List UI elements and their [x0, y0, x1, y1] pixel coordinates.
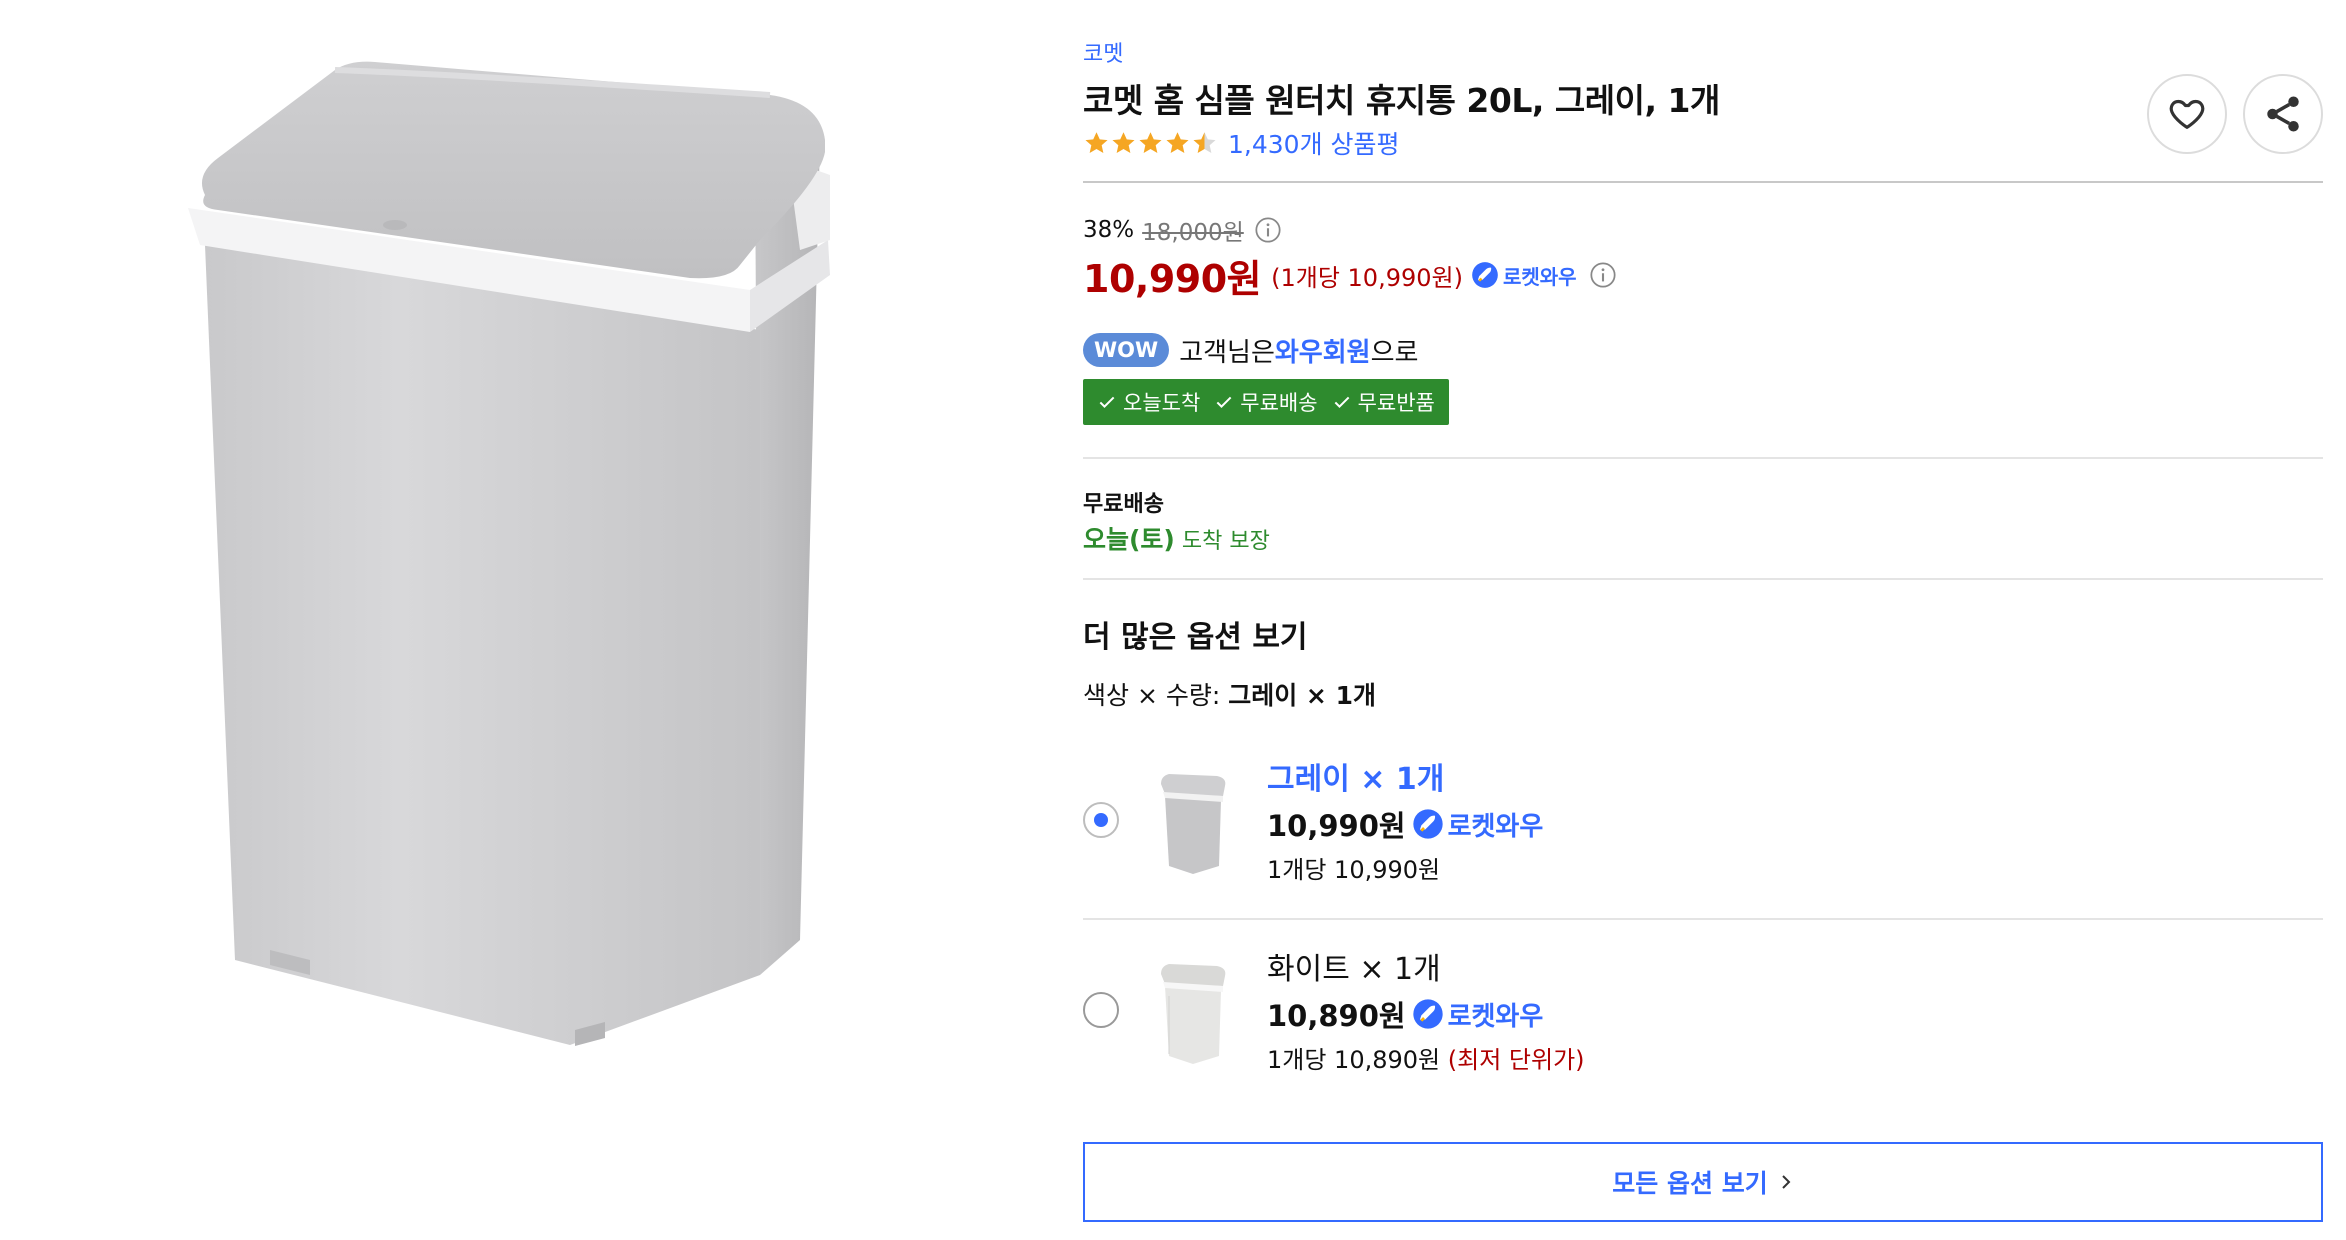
options-heading: 더 많은 옵션 보기 [1083, 620, 1308, 655]
original-price: 18,000원 [1142, 220, 1244, 246]
rating-stars [1083, 130, 1218, 157]
option-name[interactable]: 화이트 × 1개 [1267, 944, 1441, 988]
rating-row[interactable]: 1,430개 상품평 [1083, 126, 1400, 160]
benefit-item: 무료배송 [1214, 387, 1318, 417]
rocket-wow-badge: 로켓와우 [1412, 996, 1544, 1033]
unit-price: (1개당 10,990원) [1271, 263, 1463, 292]
benefit-item: 오늘도착 [1097, 387, 1200, 417]
chevron-right-icon [1781, 1175, 1791, 1189]
shipping-label: 무료배송 [1083, 492, 1164, 517]
share-icon [2267, 96, 2299, 132]
all-options-button[interactable]: 모든 옵션 보기 [1083, 1142, 2323, 1222]
product-info-panel: 코멧 코멧 홈 심플 원터치 휴지통 20L, 그레이, 1개 1,430개 상… [1083, 0, 2323, 1240]
sale-price: 10,990원 [1083, 256, 1262, 301]
divider [1083, 578, 2323, 580]
rocket-wow-badge: 로켓와우 [1412, 806, 1544, 843]
arrival-day: 오늘(토) [1083, 525, 1175, 554]
rocket-icon [1412, 999, 1443, 1029]
product-title: 코멧 홈 심플 원터치 휴지통 20L, 그레이, 1개 [1083, 81, 1720, 120]
info-icon[interactable] [1254, 216, 1282, 244]
rocket-wow-label: 로켓와우 [1502, 264, 1577, 289]
heart-icon [2169, 99, 2205, 129]
option-thumbnail [1161, 964, 1226, 1064]
star-icon [1112, 131, 1135, 153]
option-unit-text: 1개당 10,890원 [1267, 1046, 1441, 1074]
discount-rate: 38% [1083, 217, 1135, 243]
share-button[interactable] [2243, 74, 2323, 154]
arrival-info: 오늘(토) 도착 보장 [1083, 520, 1270, 556]
option-item[interactable]: 그레이 × 1개 10,990원 로켓와우 1개당 10,990원 [1083, 754, 2323, 934]
option-price-row: 10,990원 로켓와우 [1267, 804, 1543, 844]
rocket-icon [1472, 262, 1498, 288]
rocket-wow-label: 로켓와우 [1447, 811, 1544, 842]
wow-member-row: WOW 고객님은 와우회원 으로 [1083, 330, 1418, 370]
check-icon [1216, 396, 1232, 408]
wow-badge: WOW [1083, 333, 1170, 367]
star-icon [1166, 131, 1189, 153]
option-thumbnail [1161, 774, 1226, 874]
benefit-label: 무료반품 [1357, 391, 1435, 415]
discount-row: 38% 18,000원 [1083, 212, 1282, 248]
review-count-link[interactable]: 1,430개 상품평 [1228, 125, 1400, 161]
check-icon [1099, 396, 1115, 408]
option-name[interactable]: 그레이 × 1개 [1267, 754, 1444, 798]
option-price: 10,890원 [1267, 999, 1406, 1033]
star-icon [1139, 131, 1162, 153]
option-unit-price: 1개당 10,990원 [1267, 850, 1440, 885]
all-options-label: 모든 옵션 보기 [1612, 1169, 1768, 1198]
benefit-label: 무료배송 [1240, 391, 1318, 415]
price-row: 10,990원 (1개당 10,990원) 로켓와우 [1083, 250, 1617, 301]
option-radio[interactable] [1083, 802, 1119, 838]
rocket-wow-badge: 로켓와우 [1471, 261, 1577, 290]
divider [1083, 918, 2323, 920]
star-icon [1085, 131, 1108, 153]
wow-member-link[interactable]: 와우회원 [1275, 332, 1371, 369]
rocket-wow-label: 로켓와우 [1447, 1001, 1544, 1032]
options-summary-value: 그레이 × 1개 [1228, 681, 1376, 710]
benefit-bar: 오늘도착 무료배송 무료반품 [1083, 379, 1449, 425]
check-icon [1334, 396, 1349, 408]
divider [1083, 181, 2323, 183]
option-price: 10,990원 [1267, 809, 1406, 843]
product-image [188, 61, 830, 1046]
wow-text-after: 으로 [1370, 337, 1419, 368]
half-star-icon [1193, 131, 1216, 153]
option-radio[interactable] [1083, 992, 1119, 1028]
option-unit-text: 1개당 10,990원 [1267, 856, 1441, 884]
options-summary: 색상 × 수량: 그레이 × 1개 [1083, 676, 1376, 712]
divider [1083, 457, 2323, 459]
rocket-icon [1412, 809, 1443, 839]
benefit-item: 무료반품 [1332, 387, 1435, 417]
brand-link[interactable]: 코멧 [1083, 36, 1123, 68]
lowest-unit-price-label: (최저 단위가) [1447, 1046, 1585, 1074]
wishlist-button[interactable] [2147, 74, 2227, 154]
option-item[interactable]: 화이트 × 1개 10,890원 로켓와우 1개당 10,890원 (최저 단위… [1083, 944, 2323, 1124]
options-summary-label: 색상 × 수량: [1083, 681, 1229, 710]
info-icon[interactable] [1589, 261, 1617, 289]
benefit-label: 오늘도착 [1123, 391, 1201, 415]
wow-text-before: 고객님은 [1179, 337, 1275, 368]
option-price-row: 10,890원 로켓와우 [1267, 994, 1543, 1034]
option-unit-price: 1개당 10,890원 (최저 단위가) [1267, 1040, 1585, 1075]
arrival-suffix: 도착 보장 [1174, 529, 1270, 554]
